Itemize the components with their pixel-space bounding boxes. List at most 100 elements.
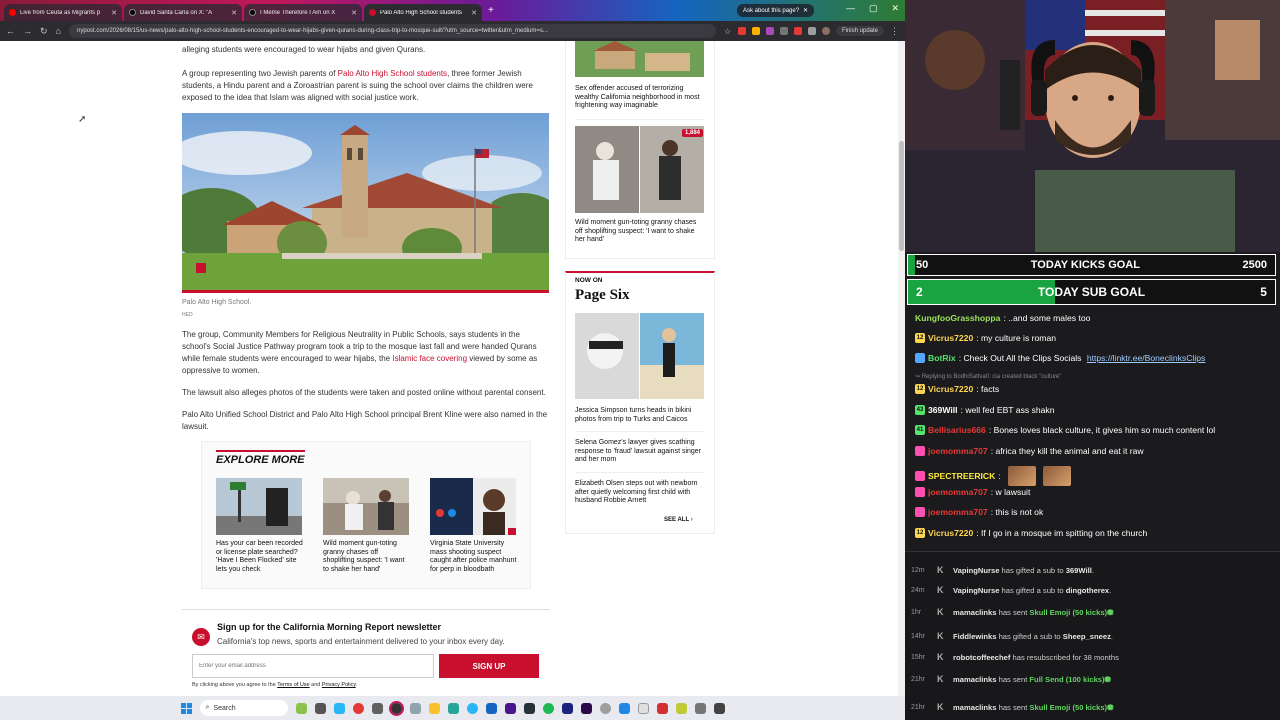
app-icon[interactable] [371,702,383,714]
event-user[interactable]: robotcoffeechef [953,653,1010,662]
event-target-user[interactable]: 369Will [1066,566,1092,575]
story-image[interactable] [575,41,704,77]
story-headline[interactable]: Elizabeth Olsen steps out with newborn a… [575,480,705,506]
extension-icon[interactable] [779,27,788,35]
close-icon[interactable]: ✕ [111,9,117,17]
extension-icon[interactable] [737,27,746,35]
terms-link[interactable]: Terms of Use [277,682,309,688]
signup-button[interactable]: SIGN UP [439,654,539,678]
file-explorer-icon[interactable] [428,702,440,714]
tab-ceuta[interactable]: Live from Ceuta as Migrants p ✕ [4,4,122,21]
task-view-icon[interactable] [314,702,326,714]
finish-update-button[interactable]: Finish update [835,26,884,36]
close-icon[interactable]: ✕ [351,9,357,17]
app-icon[interactable] [409,702,421,714]
ask-page-button[interactable]: Ask about this page? ✕ [737,4,815,17]
extension-icon[interactable] [751,27,760,35]
chat-username[interactable]: 369Will [928,405,958,415]
close-icon[interactable]: ✕ [803,7,808,14]
taskbar-search[interactable]: ⌕ Search [199,700,288,716]
hero-image[interactable] [182,113,549,293]
story-headline[interactable]: Jessica Simpson turns heads in bikini ph… [575,407,705,424]
app-icon[interactable] [675,702,687,714]
event-target-user[interactable]: dingotherex [1066,586,1109,595]
chat-username[interactable]: joemomma707 [928,507,988,517]
chat-username[interactable]: SPECTREERICK [928,471,995,481]
chat-username[interactable]: Vicrus7220 [928,384,973,394]
app-icon[interactable] [561,702,573,714]
forward-icon[interactable]: → [23,26,32,36]
explore-card[interactable]: Has your car been recorded or license pl… [216,478,304,574]
palo-alto-link[interactable]: Palo Alto High School students [338,69,447,78]
telegram-icon[interactable] [466,702,478,714]
story-headline[interactable]: Selena Gomez's lawyer gives scathing res… [575,439,705,465]
widgets-icon[interactable] [295,702,307,714]
app-icon[interactable] [694,702,706,714]
story-image[interactable] [575,126,704,213]
explore-card[interactable]: Wild moment gun-toting granny chases off… [323,478,411,574]
scrollbar-thumb[interactable] [899,141,904,251]
chat-username[interactable]: joemomma707 [928,487,988,497]
email-field[interactable] [192,654,434,678]
app-icon[interactable] [447,702,459,714]
home-icon[interactable]: ⌂ [56,26,61,36]
app-icon[interactable] [333,702,345,714]
premiere-icon[interactable] [580,702,592,714]
chat-username[interactable]: joemomma707 [928,446,988,456]
story-image[interactable] [575,313,704,399]
chat-emote-icon [1042,466,1071,486]
back-icon[interactable]: ← [6,26,15,36]
page-six-logo[interactable]: Page Six [575,287,630,304]
app-icon[interactable] [713,702,725,714]
profile-icon[interactable] [821,27,830,35]
tab-palo-alto[interactable]: Palo Alto High School students ✕ [364,4,482,21]
chat-link[interactable]: https://linktr.ee/BoneclinksClips [1087,353,1205,363]
puzzle-icon[interactable] [807,27,816,35]
spotify-icon[interactable] [542,702,554,714]
event-user[interactable]: mamaclinks [953,703,996,712]
close-window-icon[interactable]: ✕ [891,3,899,14]
story-headline[interactable]: Sex offender accused of terrorizing weal… [575,85,705,111]
tab-meme[interactable]: I Meme Therefore I Am on X ✕ [244,4,362,21]
event-target-user[interactable]: Sheep_sneez [1063,632,1111,641]
url-input[interactable]: nypost.com/2026/08/15/us-news/palo-alto-… [68,24,716,38]
event-user[interactable]: VapingNurse [953,586,999,595]
app-icon[interactable] [656,702,668,714]
chat-username[interactable]: Bellisarius666 [928,425,986,435]
maximize-icon[interactable]: ▢ [869,3,878,14]
story-headline[interactable]: Wild moment gun-toting granny chases off… [575,219,705,245]
chrome-icon[interactable] [352,702,364,714]
event-user[interactable]: mamaclinks [953,675,996,684]
close-icon[interactable]: ✕ [471,9,477,17]
windows-start-icon[interactable] [180,702,192,714]
see-all-link[interactable]: SEE ALL › [664,517,693,523]
menu-icon[interactable]: ⋮ [890,26,899,37]
chat-username[interactable]: BotRix [928,353,956,363]
privacy-link[interactable]: Privacy Policy [322,682,356,688]
bookmark-star-icon[interactable]: ☆ [724,27,732,36]
app-icon[interactable] [618,702,630,714]
explore-card[interactable]: Virginia State University mass shooting … [430,478,518,574]
event-user[interactable]: Fiddlewinks [953,632,996,641]
app-icon[interactable] [637,702,649,714]
app-icon[interactable] [523,702,535,714]
islamic-face-covering-link[interactable]: Islamic face covering [392,354,467,363]
event-user[interactable]: mamaclinks [953,608,996,617]
new-tab-button[interactable]: + [488,5,494,16]
chat-username[interactable]: KungfooGrasshoppa [915,313,1000,323]
chat-username[interactable]: Vicrus7220 [928,528,973,538]
obs-icon[interactable] [388,700,404,716]
app-icon[interactable] [485,702,497,714]
reload-icon[interactable]: ↻ [40,26,48,37]
minimize-icon[interactable]: — [846,3,855,14]
chat-username[interactable]: Vicrus7220 [928,333,973,343]
app-icon[interactable] [504,702,516,714]
event-user[interactable]: VapingNurse [953,566,999,575]
comment-count-badge[interactable]: 1,884 [682,129,704,137]
app-icon[interactable] [599,702,611,714]
extension-icon[interactable] [793,27,802,35]
tab-david[interactable]: David Santa Carla on X: "A ✕ [124,4,242,21]
extension-icon[interactable] [765,27,774,35]
close-icon[interactable]: ✕ [231,9,237,17]
scrollbar[interactable] [898,41,905,696]
